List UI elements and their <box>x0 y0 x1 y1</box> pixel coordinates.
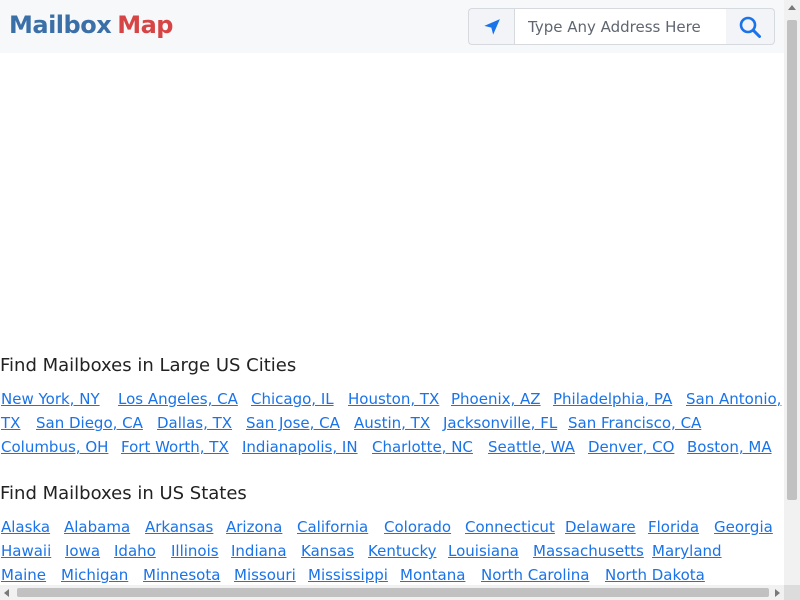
state-link[interactable]: Florida <box>648 518 699 536</box>
state-link[interactable]: California <box>297 518 368 536</box>
scrollbar-corner <box>784 585 800 600</box>
state-link[interactable]: Delaware <box>565 518 636 536</box>
site-logo[interactable]: Mailbox Map <box>9 11 173 39</box>
state-link[interactable]: Idaho <box>114 542 156 560</box>
state-link[interactable]: North Dakota <box>605 566 705 584</box>
city-link[interactable]: TX <box>1 414 20 432</box>
vertical-scroll-thumb[interactable] <box>787 20 797 500</box>
state-link[interactable]: Georgia <box>714 518 773 536</box>
city-link[interactable]: Chicago, IL <box>251 390 334 408</box>
search-icon <box>739 16 761 38</box>
city-link[interactable]: Indianapolis, IN <box>242 438 358 456</box>
main-content: Find Mailboxes in Large US Cities New Yo… <box>0 53 784 585</box>
locate-me-button[interactable] <box>468 8 514 45</box>
address-search-group <box>468 8 775 45</box>
state-link[interactable]: Mississippi <box>308 566 388 584</box>
horizontal-scrollbar[interactable] <box>0 585 784 600</box>
state-link[interactable]: Iowa <box>65 542 100 560</box>
horizontal-scroll-thumb[interactable] <box>17 588 769 597</box>
city-link[interactable]: Denver, CO <box>588 438 674 456</box>
city-link[interactable]: Dallas, TX <box>157 414 232 432</box>
state-link[interactable]: Louisiana <box>448 542 519 560</box>
state-link[interactable]: Indiana <box>231 542 287 560</box>
scroll-left-arrow-icon[interactable] <box>4 589 9 597</box>
city-link[interactable]: Jacksonville, FL <box>443 414 557 432</box>
city-link[interactable]: Boston, MA <box>687 438 772 456</box>
city-link[interactable]: Philadelphia, PA <box>553 390 672 408</box>
state-link[interactable]: Montana <box>400 566 465 584</box>
state-link[interactable]: Arkansas <box>145 518 213 536</box>
state-link[interactable]: Alabama <box>64 518 130 536</box>
state-link[interactable]: Massachusetts <box>533 542 644 560</box>
city-link[interactable]: Houston, TX <box>348 390 439 408</box>
state-link[interactable]: Missouri <box>234 566 296 584</box>
city-link[interactable]: San Antonio, <box>686 390 781 408</box>
logo-word-map: Map <box>117 11 173 39</box>
city-link[interactable]: San Francisco, CA <box>568 414 701 432</box>
state-link[interactable]: Kansas <box>301 542 354 560</box>
state-link[interactable]: Maryland <box>652 542 722 560</box>
state-link[interactable]: Alaska <box>1 518 50 536</box>
state-link[interactable]: Connecticut <box>465 518 555 536</box>
states-section-title: Find Mailboxes in US States <box>0 483 247 504</box>
state-link[interactable]: Kentucky <box>368 542 437 560</box>
state-link[interactable]: Colorado <box>384 518 451 536</box>
state-link[interactable]: Minnesota <box>143 566 220 584</box>
state-link[interactable]: Arizona <box>226 518 282 536</box>
state-link[interactable]: Illinois <box>171 542 219 560</box>
city-link[interactable]: Charlotte, NC <box>372 438 473 456</box>
state-link[interactable]: Michigan <box>61 566 128 584</box>
state-link[interactable]: Maine <box>1 566 46 584</box>
city-link[interactable]: Columbus, OH <box>1 438 108 456</box>
scroll-up-arrow-icon[interactable] <box>788 5 796 10</box>
city-link[interactable]: Seattle, WA <box>488 438 575 456</box>
city-link[interactable]: Austin, TX <box>354 414 430 432</box>
state-link[interactable]: Hawaii <box>1 542 51 560</box>
city-link[interactable]: San Diego, CA <box>36 414 143 432</box>
city-link[interactable]: San Jose, CA <box>246 414 340 432</box>
address-search-input[interactable] <box>514 8 740 45</box>
city-link[interactable]: New York, NY <box>1 390 100 408</box>
scroll-right-arrow-icon[interactable] <box>775 589 780 597</box>
site-header: Mailbox Map <box>0 0 784 53</box>
cities-section-title: Find Mailboxes in Large US Cities <box>0 355 297 376</box>
search-button[interactable] <box>726 8 775 45</box>
logo-word-mailbox: Mailbox <box>9 11 112 39</box>
city-link[interactable]: Los Angeles, CA <box>118 390 238 408</box>
location-arrow-icon <box>483 18 500 35</box>
state-link[interactable]: North Carolina <box>481 566 589 584</box>
city-link[interactable]: Phoenix, AZ <box>451 390 541 408</box>
vertical-scrollbar[interactable] <box>784 0 800 585</box>
city-link[interactable]: Fort Worth, TX <box>121 438 229 456</box>
